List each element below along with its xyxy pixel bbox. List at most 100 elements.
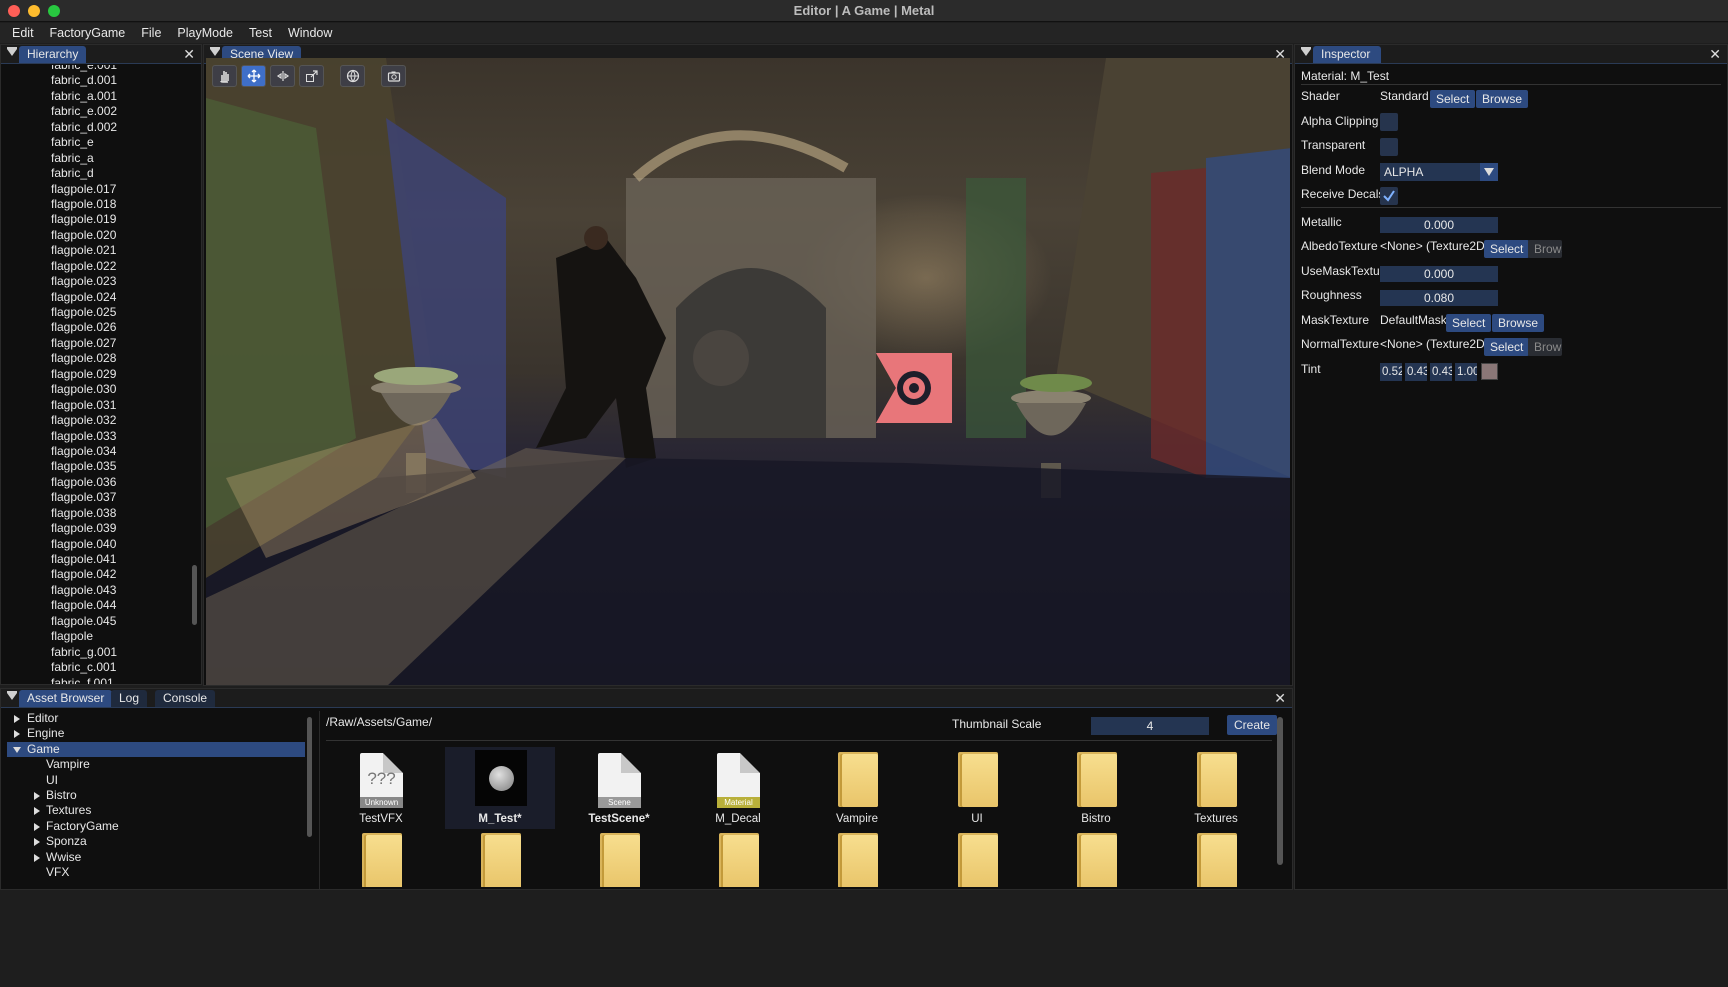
asset-m-test[interactable]: M_Test* [445,747,555,829]
hierarchy-item[interactable]: flagpole.036 [1,475,189,490]
panel-menu-icon[interactable] [1301,47,1311,56]
normal-select-button[interactable]: Select [1484,338,1530,356]
panel-menu-icon[interactable] [7,691,17,700]
thumbnail-scale-field[interactable]: 4 [1091,717,1209,735]
hierarchy-item[interactable]: flagpole.038 [1,506,189,521]
hierarchy-item[interactable]: flagpole.033 [1,429,189,444]
tree-item-vfx[interactable]: VFX [7,865,305,880]
asset-folder[interactable] [802,829,912,887]
panel-menu-icon[interactable] [7,47,17,56]
mask-browse-button[interactable]: Browse [1492,314,1545,332]
menu-playmode[interactable]: PlayMode [169,26,241,40]
expand-arrow-icon[interactable] [34,807,40,816]
close-icon[interactable]: ✕ [1274,690,1286,707]
hierarchy-item[interactable]: fabric_g.001 [1,645,189,660]
hierarchy-item[interactable]: flagpole.035 [1,459,189,474]
collapse-arrow-icon[interactable] [13,746,21,753]
shader-select-button[interactable]: Select [1430,90,1476,108]
expand-arrow-icon[interactable] [34,853,40,862]
create-button[interactable]: Create [1227,715,1278,735]
receive-decals-checkbox[interactable] [1380,187,1398,205]
asset-folder[interactable] [326,829,436,887]
menu-file[interactable]: File [133,26,169,40]
hierarchy-item[interactable]: flagpole.017 [1,182,189,197]
rotate-tool-button[interactable] [270,65,295,87]
tint-color-swatch[interactable] [1481,363,1498,380]
expand-arrow-icon[interactable] [34,838,40,847]
hierarchy-item[interactable]: fabric_a [1,151,189,166]
panel-menu-icon[interactable] [210,47,220,56]
asset-folder-vampire[interactable]: Vampire [802,747,912,829]
roughness-field[interactable]: 0.080 [1380,290,1498,306]
metallic-field[interactable]: 0.000 [1380,217,1498,233]
hierarchy-item[interactable]: flagpole.020 [1,228,189,243]
tab-asset-browser[interactable]: Asset Browser [19,690,113,707]
tree-item-engine[interactable]: Engine [7,726,305,741]
hierarchy-scrollbar[interactable] [192,565,197,625]
hierarchy-item[interactable]: flagpole.043 [1,583,189,598]
expand-arrow-icon[interactable] [14,715,20,723]
tint-g-field[interactable]: 0.43( [1405,363,1427,381]
blend-mode-dropdown[interactable]: ALPHA [1380,163,1498,181]
hierarchy-item[interactable]: flagpole.027 [1,336,189,351]
asset-folder[interactable] [564,829,674,887]
hierarchy-item[interactable]: fabric_e.002 [1,104,189,119]
light-gizmo-icon[interactable] [876,353,952,423]
transparent-checkbox[interactable] [1380,138,1398,156]
asset-folder[interactable] [445,829,555,887]
hierarchy-item[interactable]: flagpole [1,629,189,644]
hierarchy-item[interactable]: flagpole.026 [1,320,189,335]
hierarchy-item[interactable]: fabric_c.001 [1,660,189,675]
menu-test[interactable]: Test [241,26,280,40]
asset-folder-bistro[interactable]: Bistro [1041,747,1151,829]
tab-hierarchy[interactable]: Hierarchy [19,46,87,63]
alpha-clipping-checkbox[interactable] [1380,113,1398,131]
tint-a-field[interactable]: 1.00( [1455,363,1477,381]
tree-scrollbar[interactable] [307,717,312,837]
hierarchy-item[interactable]: flagpole.021 [1,243,189,258]
hierarchy-item[interactable]: fabric_e [1,135,189,150]
tree-item-game[interactable]: Game [7,741,305,758]
expand-arrow-icon[interactable] [34,791,40,800]
tree-item-factorygame[interactable]: FactoryGame [7,819,305,834]
asset-folder[interactable] [683,829,793,887]
hierarchy-item[interactable]: flagpole.019 [1,212,189,227]
tab-console[interactable]: Console [155,690,216,707]
tree-item-vampire[interactable]: Vampire [7,757,305,772]
menu-factorygame[interactable]: FactoryGame [42,26,134,40]
chevron-down-icon[interactable] [1480,163,1498,181]
asset-testscene[interactable]: Scene TestScene* [564,747,674,829]
asset-folder-textures[interactable]: Textures [1161,747,1271,829]
asset-folder-ui[interactable]: UI [922,747,1032,829]
hierarchy-item[interactable]: flagpole.022 [1,259,189,274]
hierarchy-item[interactable]: flagpole.042 [1,567,189,582]
asset-m-decal[interactable]: Material M_Decal [683,747,793,829]
hierarchy-item[interactable]: flagpole.024 [1,290,189,305]
hierarchy-item[interactable]: fabric_a.001 [1,89,189,104]
asset-folder[interactable] [1041,829,1151,887]
menu-window[interactable]: Window [280,26,340,40]
menu-edit[interactable]: Edit [4,26,42,40]
close-icon[interactable]: ✕ [1709,46,1721,63]
scale-tool-button[interactable] [299,65,324,87]
hierarchy-item[interactable]: flagpole.018 [1,197,189,212]
normal-browse-button[interactable]: Brows [1528,338,1562,356]
hierarchy-item[interactable]: fabric_e.001 [1,65,189,73]
hierarchy-item[interactable]: flagpole.045 [1,614,189,629]
hierarchy-item[interactable]: flagpole.029 [1,367,189,382]
hierarchy-item[interactable]: fabric_d.002 [1,120,189,135]
hierarchy-item[interactable]: flagpole.034 [1,444,189,459]
hierarchy-item[interactable]: flagpole.028 [1,351,189,366]
asset-testvfx[interactable]: ??? Unknown TestVFX [326,747,436,829]
tree-item-ui[interactable]: UI [7,773,305,788]
expand-arrow-icon[interactable] [34,822,40,831]
hierarchy-item[interactable]: flagpole.030 [1,382,189,397]
hierarchy-item[interactable]: flagpole.041 [1,552,189,567]
hierarchy-item[interactable]: flagpole.023 [1,274,189,289]
tree-item-editor[interactable]: Editor [7,711,305,726]
hierarchy-item[interactable]: flagpole.025 [1,305,189,320]
scene-viewport[interactable] [206,58,1290,685]
hierarchy-item[interactable]: fabric_f.001 [1,676,189,685]
hierarchy-item[interactable]: flagpole.040 [1,537,189,552]
albedo-browse-button[interactable]: Brows [1528,240,1562,258]
